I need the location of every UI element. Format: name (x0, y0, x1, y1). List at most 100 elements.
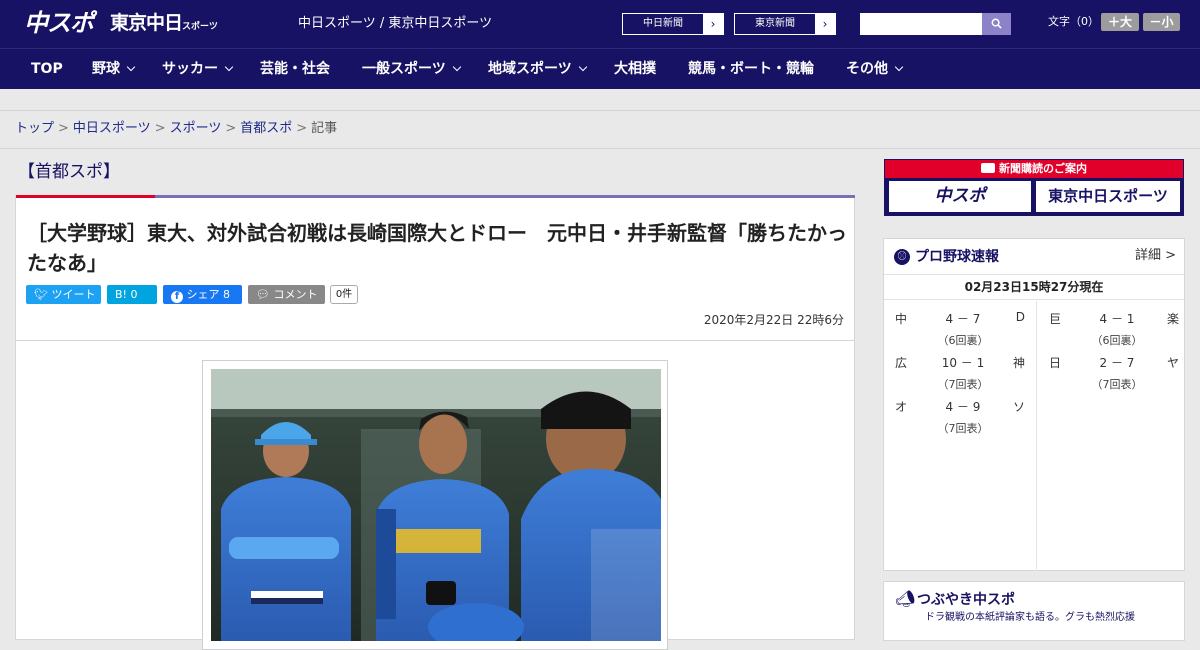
chuspo-logo[interactable]: 中スポ (24, 8, 94, 38)
tokyo-logo-text: 東京中日 (110, 12, 183, 34)
away-team: 神 (1012, 356, 1025, 370)
inning: （6回裏） (937, 334, 989, 347)
section-label[interactable]: 【首都スポ】 (18, 160, 120, 184)
home-team: 中 (895, 312, 908, 326)
font-size-decrease-button[interactable]: －小 (1143, 13, 1180, 31)
tweet-label: ツイート (51, 288, 96, 301)
nav-item-other[interactable]: その他 (846, 49, 904, 89)
chevron-down-icon (452, 62, 461, 72)
nav-label: サッカー (162, 61, 218, 77)
inning: （6回裏） (1091, 334, 1143, 347)
tweet-chuspo-title: つぶやき中スポ (917, 592, 1015, 608)
breadcrumb-separator: > (58, 121, 69, 136)
inning: （7回表） (1091, 378, 1143, 391)
nav-label: 競馬・ボート・競輪 (688, 61, 814, 77)
tokyo-logo-small: スポーツ (182, 22, 218, 32)
score: 10 － 1 (941, 356, 985, 370)
pro-baseball-scores: ⚾︎ プロ野球速報 詳細 > 02月23日15時27分現在 中 4 － 7 D … (883, 238, 1185, 571)
nav-label: 芸能・社会 (260, 61, 330, 77)
tokyo-chunichi-subscribe-link[interactable]: 東京中日スポーツ (1036, 181, 1180, 212)
ext-link-label: 中日新聞 (643, 18, 683, 29)
game-score[interactable]: 日 2 － 7 ヤ （7回表） (1049, 354, 1179, 394)
home-team: 巨 (1049, 312, 1062, 326)
home-team: 広 (895, 356, 908, 370)
article-title: ［大学野球］東大、対外試合初戦は長崎国際大とドロー 元中日・井手新監督「勝ちたか… (27, 221, 847, 275)
nav-item-baseball[interactable]: 野球 (92, 49, 136, 89)
facebook-share-button[interactable]: f シェア 8 (163, 285, 242, 304)
divider (16, 340, 854, 341)
search-input[interactable] (860, 13, 982, 35)
breadcrumb-separator: > (296, 121, 308, 136)
subscription-banner-title: 新聞購読のご案内 (885, 160, 1183, 178)
nav-label: 地域スポーツ (488, 61, 572, 77)
nav-item-sumo[interactable]: 大相撲 (614, 49, 656, 89)
tokyo-shimbun-link[interactable]: 東京新聞 › (734, 13, 836, 35)
scores-column-divider (1036, 301, 1037, 571)
score: 2 － 7 (1099, 356, 1135, 370)
article-date: 2020年2月22日 22時6分 (703, 313, 844, 327)
facebook-share-label: シェア 8 (186, 288, 231, 301)
home-team: オ (895, 400, 908, 414)
scores-detail-link[interactable]: 詳細 > (1135, 247, 1176, 265)
breadcrumb-link-chunichi-sports[interactable]: 中日スポーツ (73, 121, 151, 136)
chunichi-shimbun-link[interactable]: 中日新聞 › (622, 13, 724, 35)
breadcrumb-link-top[interactable]: トップ (15, 121, 54, 136)
nav-item-entertainment[interactable]: 芸能・社会 (260, 49, 330, 89)
home-team: 日 (1049, 356, 1062, 370)
nav-item-general-sports[interactable]: 一般スポーツ (362, 49, 461, 89)
comment-label: コメント (273, 288, 318, 301)
game-score[interactable]: 広 10 － 1 神 （7回表） (895, 354, 1025, 394)
article-card: ［大学野球］東大、対外試合初戦は長崎国際大とドロー 元中日・井手新監督「勝ちたか… (15, 195, 855, 650)
nav-item-soccer[interactable]: サッカー (162, 49, 234, 89)
score: 4 － 7 (945, 312, 981, 326)
card-accent-purple (155, 195, 855, 198)
tweet-chuspo-subtitle: ドラ観戦の本紙評論家も語る。グラも熱烈応援 (925, 612, 1135, 623)
away-team: ヤ (1166, 356, 1179, 370)
newspaper-icon (981, 163, 995, 173)
inning: （7回表） (937, 378, 989, 391)
subscription-banner-label: 新聞購読のご案内 (999, 162, 1087, 175)
game-score[interactable]: 巨 4 － 1 楽 （6回裏） (1049, 310, 1179, 350)
article-photo-frame (202, 360, 668, 650)
nav-item-local-sports[interactable]: 地域スポーツ (488, 49, 587, 89)
subscription-banner[interactable]: 新聞購読のご案内 中スポ 東京中日スポーツ (884, 159, 1184, 216)
baseball-team-photo (211, 369, 661, 641)
font-size-increase-button[interactable]: ＋大 (1101, 13, 1139, 31)
away-team: 楽 (1166, 312, 1179, 326)
chevron-down-icon (894, 62, 904, 72)
comment-button[interactable]: 💬︎ コメント (248, 285, 325, 304)
nav-label: 一般スポーツ (362, 61, 446, 77)
tokyo-chunichi-logo[interactable]: 東京中日スポーツ (110, 10, 218, 40)
scores-header: ⚾︎ プロ野球速報 詳細 > (884, 239, 1184, 275)
breadcrumb-separator: > (154, 121, 166, 136)
spacer-strip (0, 89, 1200, 111)
game-score[interactable]: オ 4 － 9 ソ （7回表） (895, 398, 1025, 438)
inning: （7回表） (937, 422, 989, 435)
score: 4 － 1 (1099, 312, 1135, 326)
breadcrumb-separator: > (225, 121, 237, 136)
font-size-label: 文字（0） (1048, 15, 1099, 28)
breadcrumb-current: 記事 (311, 121, 338, 136)
facebook-icon: f (171, 291, 183, 303)
chuspo-subscribe-link[interactable]: 中スポ (889, 181, 1031, 212)
nav-item-top[interactable]: TOP (31, 49, 63, 89)
nav-item-racing[interactable]: 競馬・ボート・競輪 (688, 49, 814, 89)
search-button[interactable] (982, 13, 1011, 35)
chevron-right-icon: › (703, 14, 723, 34)
scores-timestamp: 02月23日15時27分現在 (884, 276, 1184, 300)
article-photo[interactable] (211, 369, 661, 641)
chevron-down-icon (578, 62, 587, 72)
game-score[interactable]: 中 4 － 7 D （6回裏） (895, 310, 1025, 350)
away-team: D (1015, 310, 1025, 324)
breadcrumb-link-shuto-spo[interactable]: 首都スポ (240, 121, 292, 136)
scores-title: プロ野球速報 (915, 249, 999, 265)
hatena-bookmark-button[interactable]: B! 0 (107, 285, 157, 304)
score: 4 － 9 (945, 400, 981, 414)
baseball-icon: ⚾︎ (894, 249, 910, 265)
tweet-button[interactable]: 🐦︎ ツイート (26, 285, 101, 304)
breadcrumb-link-sports[interactable]: スポーツ (170, 121, 222, 136)
tweet-chuspo-box[interactable]: 📣︎ つぶやき中スポ ドラ観戦の本紙評論家も語る。グラも熱烈応援 (883, 581, 1185, 641)
chevron-right-icon: › (815, 14, 835, 34)
site-title: 中日スポーツ / 東京中日スポーツ (298, 16, 493, 31)
comment-count-badge: 0件 (330, 285, 358, 304)
